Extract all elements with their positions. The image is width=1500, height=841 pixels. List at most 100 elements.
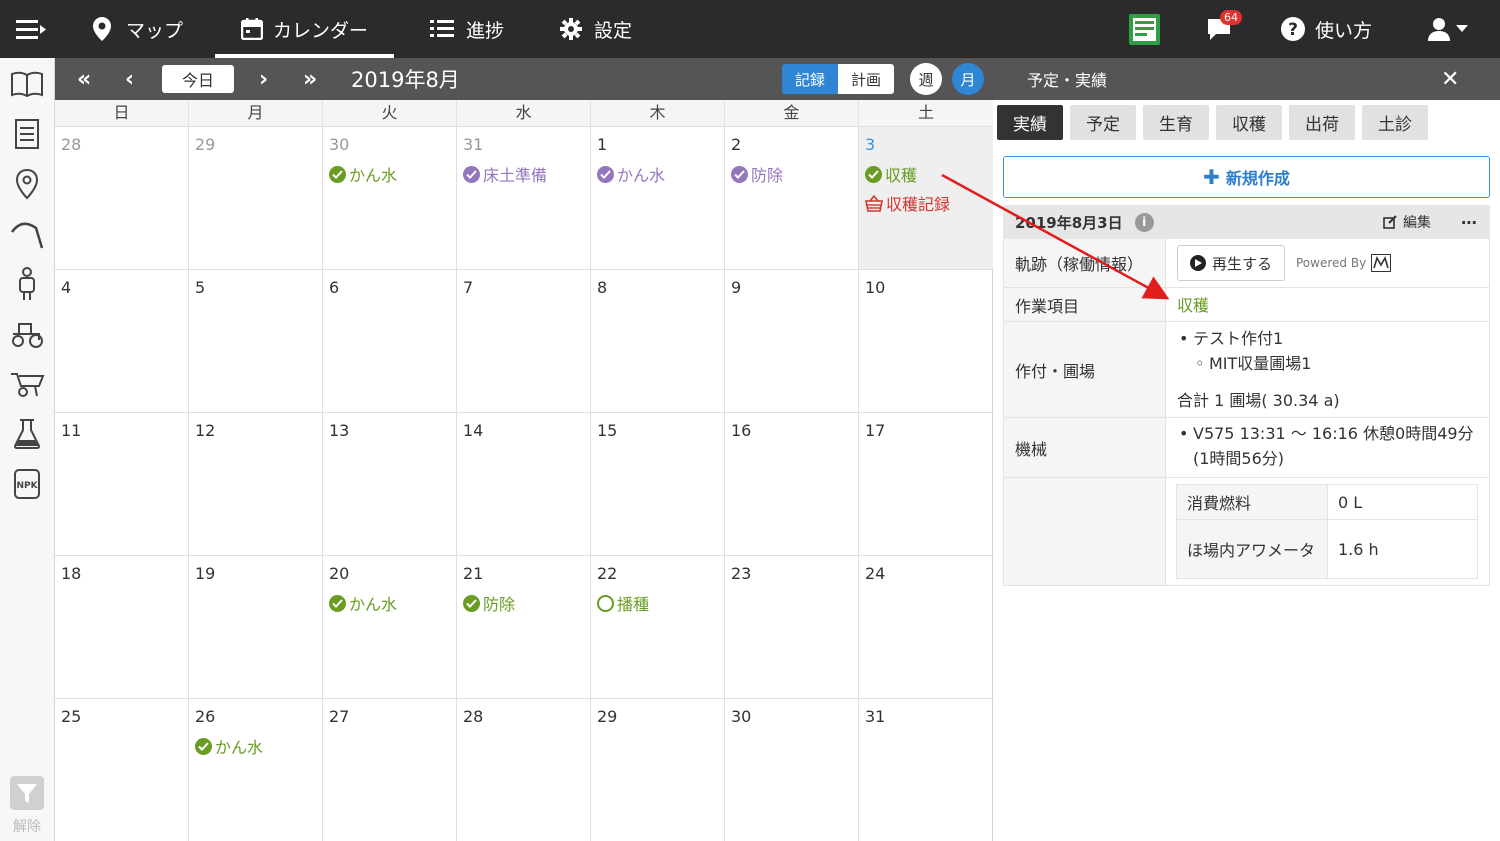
panel-tab[interactable]: 収穫 bbox=[1216, 105, 1282, 140]
calendar-day-cell[interactable]: 5 bbox=[189, 270, 323, 412]
calendar-day-cell[interactable]: 11 bbox=[55, 413, 189, 555]
day-number: 2 bbox=[731, 135, 742, 154]
view-week-button[interactable]: 週 bbox=[910, 63, 942, 95]
calendar-event[interactable]: 播種 bbox=[597, 591, 718, 615]
more-options-icon[interactable]: ⋯ bbox=[1461, 205, 1477, 239]
fertilizer-npk-icon[interactable]: NPK bbox=[9, 466, 45, 502]
circle-icon bbox=[597, 594, 614, 612]
calendar-event[interactable]: 収穫 bbox=[865, 162, 987, 186]
calendar-day-cell[interactable]: 28 bbox=[457, 699, 591, 841]
calendar-event[interactable]: かん水 bbox=[597, 162, 718, 186]
work-item-value[interactable]: 収穫 bbox=[1166, 288, 1489, 321]
calendar-day-cell[interactable]: 23 bbox=[725, 556, 859, 698]
prev-month-button[interactable]: ‹ bbox=[125, 58, 134, 100]
crop-field-value: テスト作付1 MIT収量圃場1 合計 1 圃場( 30.34 a) bbox=[1166, 322, 1489, 417]
book-icon[interactable] bbox=[9, 66, 45, 102]
panel-tab[interactable]: 生育 bbox=[1143, 105, 1209, 140]
calendar-week: 28 29 30 かん水 31 床土準備 1 かん水 2 防除 3 収穫収穫記録 bbox=[55, 126, 993, 269]
prev-year-button[interactable]: « bbox=[77, 58, 91, 100]
mode-record-button[interactable]: 記録 bbox=[782, 64, 838, 94]
machine-meter-row: 消費燃料 0 L ほ場内アワメータ 1.6 h bbox=[1004, 478, 1489, 586]
panel-tab[interactable]: 土診 bbox=[1362, 105, 1428, 140]
panel-tab[interactable]: 実績 bbox=[997, 105, 1063, 140]
calendar-day-cell[interactable]: 28 bbox=[55, 127, 189, 269]
view-month-button[interactable]: 月 bbox=[952, 63, 984, 95]
calendar-day-cell[interactable]: 30 bbox=[725, 699, 859, 841]
calendar-day-cell[interactable]: 19 bbox=[189, 556, 323, 698]
calendar-event[interactable]: 防除 bbox=[463, 591, 584, 615]
calendar-event[interactable]: 床土準備 bbox=[463, 162, 584, 186]
record-header: 2019年8月3日 i 編集 ⋯ bbox=[1003, 205, 1490, 239]
calendar-day-cell[interactable]: 1 かん水 bbox=[591, 127, 725, 269]
day-number: 14 bbox=[463, 421, 484, 440]
calendar-event[interactable]: 防除 bbox=[731, 162, 852, 186]
calendar-day-cell[interactable]: 18 bbox=[55, 556, 189, 698]
nav-progress[interactable]: 進捗 bbox=[430, 0, 504, 58]
calendar-day-cell[interactable]: 24 bbox=[859, 556, 993, 698]
worker-icon[interactable] bbox=[9, 266, 45, 302]
calendar-toolbar: « ‹ 今日 › » 2019年8月 記録 計画 週 月 予定・実績 ✕ bbox=[55, 58, 1500, 100]
calendar-day-cell[interactable]: 15 bbox=[591, 413, 725, 555]
calendar-day-cell[interactable]: 21 防除 bbox=[457, 556, 591, 698]
menu-toggle-icon[interactable] bbox=[14, 16, 48, 44]
calendar-day-cell[interactable]: 20 かん水 bbox=[323, 556, 457, 698]
nav-settings[interactable]: 設定 bbox=[560, 0, 632, 58]
app-search-icon[interactable] bbox=[1129, 0, 1160, 58]
location-pin-icon[interactable] bbox=[9, 166, 45, 202]
day-number: 3 bbox=[865, 135, 876, 154]
calendar-day-cell[interactable]: 25 bbox=[55, 699, 189, 841]
notifications-icon[interactable]: 64 bbox=[1206, 0, 1242, 58]
calendar-day-cell[interactable]: 29 bbox=[591, 699, 725, 841]
calendar-day-cell[interactable]: 31 bbox=[859, 699, 993, 841]
day-number: 28 bbox=[463, 707, 484, 726]
next-month-button[interactable]: › bbox=[259, 58, 268, 100]
calendar-event[interactable]: かん水 bbox=[329, 162, 450, 186]
calendar-day-cell[interactable]: 7 bbox=[457, 270, 591, 412]
mode-plan-button[interactable]: 計画 bbox=[838, 64, 894, 94]
user-menu[interactable] bbox=[1428, 0, 1468, 58]
close-panel-button[interactable]: ✕ bbox=[1441, 58, 1459, 100]
today-button[interactable]: 今日 bbox=[162, 65, 234, 93]
calendar-event[interactable]: かん水 bbox=[329, 591, 450, 615]
nav-calendar[interactable]: カレンダー bbox=[215, 0, 395, 58]
calendar-day-cell[interactable]: 29 bbox=[189, 127, 323, 269]
filter-clear-button[interactable]: 解除 bbox=[9, 776, 45, 836]
calendar-day-cell[interactable]: 14 bbox=[457, 413, 591, 555]
filter-icon bbox=[9, 776, 45, 814]
panel-tab[interactable]: 出荷 bbox=[1289, 105, 1355, 140]
info-icon[interactable]: i bbox=[1134, 212, 1154, 232]
next-year-button[interactable]: » bbox=[303, 58, 317, 100]
wheelbarrow-icon[interactable] bbox=[9, 366, 45, 402]
calendar-day-cell[interactable]: 3 収穫収穫記録 bbox=[859, 127, 993, 269]
calendar-day-cell[interactable]: 2 防除 bbox=[725, 127, 859, 269]
calendar-day-cell[interactable]: 13 bbox=[323, 413, 457, 555]
edit-button[interactable]: 編集 bbox=[1383, 205, 1431, 239]
flask-icon[interactable] bbox=[9, 416, 45, 452]
calendar-day-cell[interactable]: 6 bbox=[323, 270, 457, 412]
nav-map[interactable]: マップ bbox=[92, 0, 183, 58]
tractor-icon[interactable] bbox=[9, 316, 45, 352]
weekday-fri: 金 bbox=[725, 100, 859, 126]
calendar-day-cell[interactable]: 9 bbox=[725, 270, 859, 412]
calendar-day-cell[interactable]: 22 播種 bbox=[591, 556, 725, 698]
help-button[interactable]: ? 使い方 bbox=[1281, 0, 1372, 58]
calendar-day-cell[interactable]: 26 かん水 bbox=[189, 699, 323, 841]
calendar-day-cell[interactable]: 10 bbox=[859, 270, 993, 412]
chevron-right-icon: › bbox=[259, 66, 269, 92]
calendar-day-cell[interactable]: 8 bbox=[591, 270, 725, 412]
calendar-day-cell[interactable]: 12 bbox=[189, 413, 323, 555]
calendar-day-cell[interactable]: 31 床土準備 bbox=[457, 127, 591, 269]
replay-button[interactable]: 再生する bbox=[1177, 245, 1286, 281]
calendar-event[interactable]: かん水 bbox=[195, 734, 316, 758]
new-entry-button[interactable]: ✚ 新規作成 bbox=[1003, 156, 1490, 198]
calendar-event[interactable]: 収穫記録 bbox=[865, 191, 987, 215]
document-icon[interactable] bbox=[9, 116, 45, 152]
calendar-day-cell[interactable]: 30 かん水 bbox=[323, 127, 457, 269]
calendar-day-cell[interactable]: 4 bbox=[55, 270, 189, 412]
calendar-day-cell[interactable]: 17 bbox=[859, 413, 993, 555]
day-number: 29 bbox=[597, 707, 618, 726]
sickle-icon[interactable] bbox=[9, 216, 45, 252]
calendar-day-cell[interactable]: 16 bbox=[725, 413, 859, 555]
calendar-day-cell[interactable]: 27 bbox=[323, 699, 457, 841]
panel-tab[interactable]: 予定 bbox=[1070, 105, 1136, 140]
